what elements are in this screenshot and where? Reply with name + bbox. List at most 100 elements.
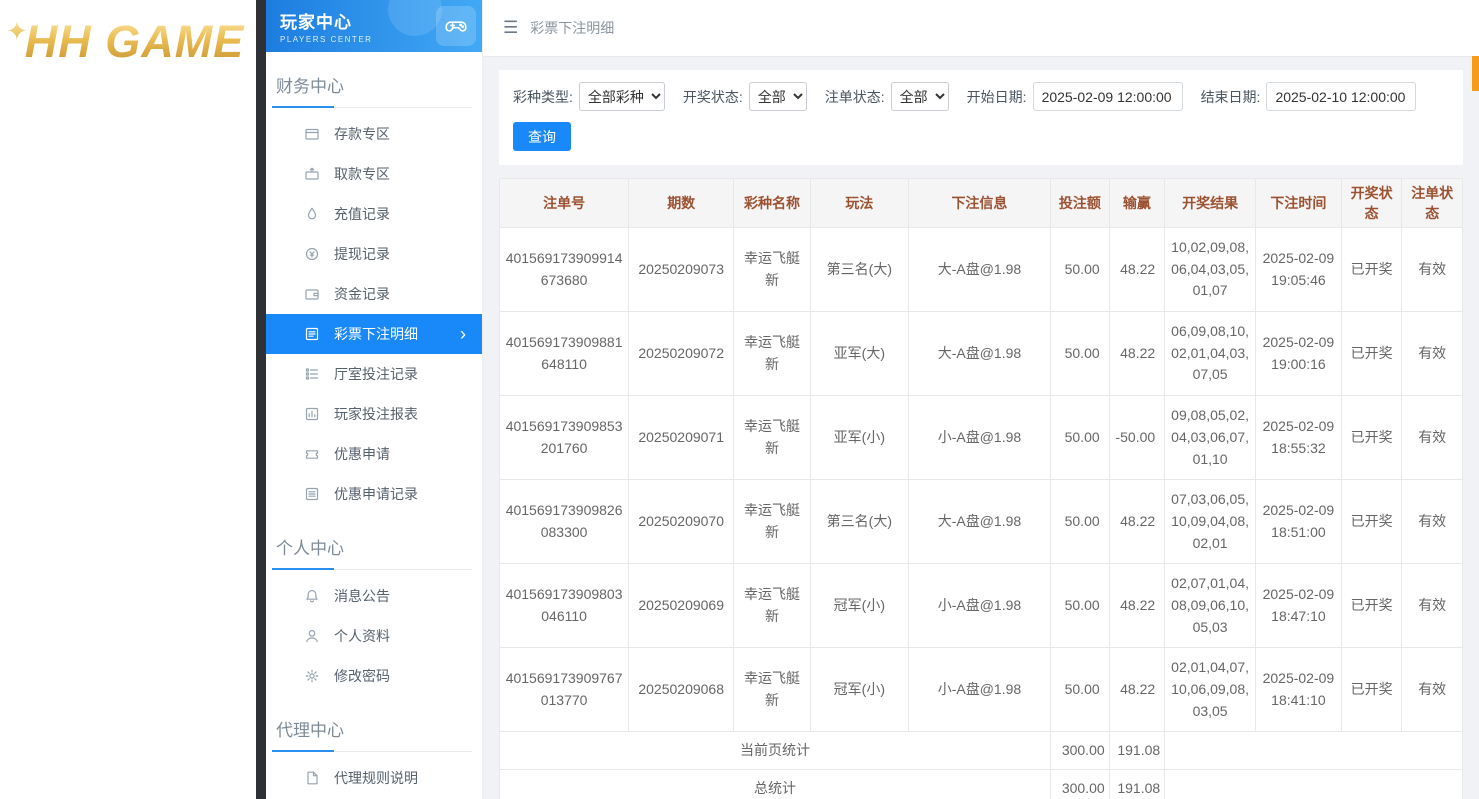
sidebar-item-lottery-detail[interactable]: 彩票下注明细› bbox=[266, 314, 482, 354]
cell-lottery: 幸运飞艇新 bbox=[734, 312, 811, 396]
page-title: 彩票下注明细 bbox=[530, 18, 614, 38]
filter-row: 彩种类型: 全部彩种 开奖状态: 全部 注单状态: 全部 开始日期: 结束日期: bbox=[513, 82, 1449, 111]
hall-bet-record-icon bbox=[304, 366, 320, 382]
cell-order_status: 有效 bbox=[1402, 228, 1463, 312]
cell-time: 2025-02-09 18:51:00 bbox=[1256, 480, 1342, 564]
cell-time: 2025-02-09 19:05:46 bbox=[1256, 228, 1342, 312]
sidebar-item-label: 提现记录 bbox=[334, 244, 390, 264]
gear-icon bbox=[304, 668, 320, 684]
cell-period: 20250209068 bbox=[629, 648, 734, 732]
brand-logo: ✦HH GAME bbox=[6, 16, 256, 68]
side-widget[interactable] bbox=[1472, 56, 1479, 91]
order-status-label: 注单状态: bbox=[825, 87, 885, 107]
filter-panel: 彩种类型: 全部彩种 开奖状态: 全部 注单状态: 全部 开始日期: 结束日期:… bbox=[499, 70, 1463, 165]
cell-amount: 50.00 bbox=[1051, 648, 1110, 732]
sidebar-item-label: 资金记录 bbox=[334, 284, 390, 304]
sidebar-item-doc[interactable]: 代理规则说明 bbox=[266, 758, 482, 798]
column-header: 注单状态 bbox=[1402, 179, 1463, 228]
cell-period: 20250209069 bbox=[629, 564, 734, 648]
sidebar-item-promo-apply[interactable]: 优惠申请 bbox=[266, 434, 482, 474]
cell-result: 02,01,04,07,10,06,09,08,03,05 bbox=[1165, 648, 1256, 732]
column-header: 期数 bbox=[629, 179, 734, 228]
cell-winloss: 48.22 bbox=[1109, 648, 1165, 732]
table-row: 40156917390976701377020250209068幸运飞艇新冠军(… bbox=[500, 648, 1463, 732]
section-title: 个人中心 bbox=[272, 526, 472, 570]
cell-draw_status: 已开奖 bbox=[1341, 396, 1402, 480]
cell-result: 02,07,01,04,08,09,06,10,05,03 bbox=[1165, 564, 1256, 648]
sidebar-item-cashout[interactable]: 提现记录 bbox=[266, 234, 482, 274]
cell-lottery: 幸运飞艇新 bbox=[734, 564, 811, 648]
cell-result: 09,08,05,02,04,03,06,07,01,10 bbox=[1165, 396, 1256, 480]
cell-play: 第三名(大) bbox=[810, 480, 908, 564]
cell-bet_info: 小-A盘@1.98 bbox=[908, 564, 1050, 648]
user-icon bbox=[304, 628, 320, 644]
start-date-input[interactable] bbox=[1033, 82, 1183, 111]
column-header: 输赢 bbox=[1109, 179, 1165, 228]
content: 彩种类型: 全部彩种 开奖状态: 全部 注单状态: 全部 开始日期: 结束日期:… bbox=[483, 57, 1479, 799]
sidebar-item-label: 消息公告 bbox=[334, 586, 390, 606]
cell-amount: 50.00 bbox=[1051, 480, 1110, 564]
section-title: 代理中心 bbox=[272, 708, 472, 752]
cell-order_status: 有效 bbox=[1402, 480, 1463, 564]
draw-status-label: 开奖状态: bbox=[683, 87, 743, 107]
sidebar-item-gear[interactable]: 修改密码 bbox=[266, 656, 482, 696]
sidebar-item-label: 个人资料 bbox=[334, 626, 390, 646]
search-button[interactable]: 查询 bbox=[513, 122, 571, 151]
sidebar-item-deposit[interactable]: 存款专区 bbox=[266, 114, 482, 154]
cell-order_status: 有效 bbox=[1402, 564, 1463, 648]
sidebar-item-label: 代理规则说明 bbox=[334, 768, 418, 788]
sidebar-header: 玩家中心 PLAYERS CENTER bbox=[266, 0, 482, 52]
sidebar-item-recharge[interactable]: 充值记录 bbox=[266, 194, 482, 234]
cell-winloss: 48.22 bbox=[1109, 228, 1165, 312]
withdraw-icon bbox=[304, 166, 320, 182]
cell-draw_status: 已开奖 bbox=[1341, 480, 1402, 564]
sidebar-item-label: 玩家投注报表 bbox=[334, 404, 418, 424]
recharge-icon bbox=[304, 206, 320, 222]
table-header-row: 注单号期数彩种名称玩法下注信息投注额输赢开奖结果下注时间开奖状态注单状态 bbox=[500, 179, 1463, 228]
table-row: 40156917390980304611020250209069幸运飞艇新冠军(… bbox=[500, 564, 1463, 648]
table-row: 40156917390985320176020250209071幸运飞艇新亚军(… bbox=[500, 396, 1463, 480]
cell-draw_status: 已开奖 bbox=[1341, 228, 1402, 312]
order-status-select[interactable]: 全部 bbox=[891, 82, 949, 111]
sidebar-item-label: 厅室投注记录 bbox=[334, 364, 418, 384]
table-panel: 注单号期数彩种名称玩法下注信息投注额输赢开奖结果下注时间开奖状态注单状态 401… bbox=[499, 178, 1463, 799]
sidebar-item-withdraw[interactable]: 取款专区 bbox=[266, 154, 482, 194]
lottery-type-select[interactable]: 全部彩种 bbox=[579, 82, 665, 111]
cell-play: 第三名(大) bbox=[810, 228, 908, 312]
cell-play: 亚军(小) bbox=[810, 396, 908, 480]
sidebar-item-player-report[interactable]: 玩家投注报表 bbox=[266, 394, 482, 434]
cell-lottery: 幸运飞艇新 bbox=[734, 648, 811, 732]
sidebar-item-label: 修改密码 bbox=[334, 666, 390, 686]
end-date-input[interactable] bbox=[1266, 82, 1416, 111]
summary-label: 总统计 bbox=[500, 770, 1051, 799]
brand-logo-text: HH GAME bbox=[25, 16, 245, 67]
cashout-icon bbox=[304, 246, 320, 262]
sidebar-item-hall-bet-record[interactable]: 厅室投注记录 bbox=[266, 354, 482, 394]
cell-play: 冠军(小) bbox=[810, 648, 908, 732]
cell-winloss: 48.22 bbox=[1109, 564, 1165, 648]
cell-time: 2025-02-09 18:55:32 bbox=[1256, 396, 1342, 480]
gamepad-icon bbox=[436, 6, 476, 46]
sidebar-item-promo-record[interactable]: 优惠申请记录 bbox=[266, 474, 482, 514]
cell-draw_status: 已开奖 bbox=[1341, 312, 1402, 396]
cell-order_status: 有效 bbox=[1402, 312, 1463, 396]
table-row: 40156917390988164811020250209072幸运飞艇新亚军(… bbox=[500, 312, 1463, 396]
lottery-type-label: 彩种类型: bbox=[513, 87, 573, 107]
sidebar-item-label: 存款专区 bbox=[334, 124, 390, 144]
promo-record-icon bbox=[304, 486, 320, 502]
cell-bet_info: 大-A盘@1.98 bbox=[908, 480, 1050, 564]
table-body: 40156917390991467368020250209073幸运飞艇新第三名… bbox=[500, 228, 1463, 799]
sidebar-item-funds[interactable]: 资金记录 bbox=[266, 274, 482, 314]
sidebar-item-label: 优惠申请记录 bbox=[334, 484, 418, 504]
column-header: 开奖结果 bbox=[1165, 179, 1256, 228]
sidebar-item-bell[interactable]: 消息公告 bbox=[266, 576, 482, 616]
cell-result: 07,03,06,05,10,09,04,08,02,01 bbox=[1165, 480, 1256, 564]
column-header: 注单号 bbox=[500, 179, 629, 228]
cell-lottery: 幸运飞艇新 bbox=[734, 228, 811, 312]
section-title: 财务中心 bbox=[272, 64, 472, 108]
draw-status-select[interactable]: 全部 bbox=[749, 82, 807, 111]
sidebar-item-user[interactable]: 个人资料 bbox=[266, 616, 482, 656]
logo-area: ✦HH GAME bbox=[0, 0, 256, 799]
cell-bet_info: 大-A盘@1.98 bbox=[908, 228, 1050, 312]
menu-icon[interactable]: ☰ bbox=[503, 18, 518, 38]
